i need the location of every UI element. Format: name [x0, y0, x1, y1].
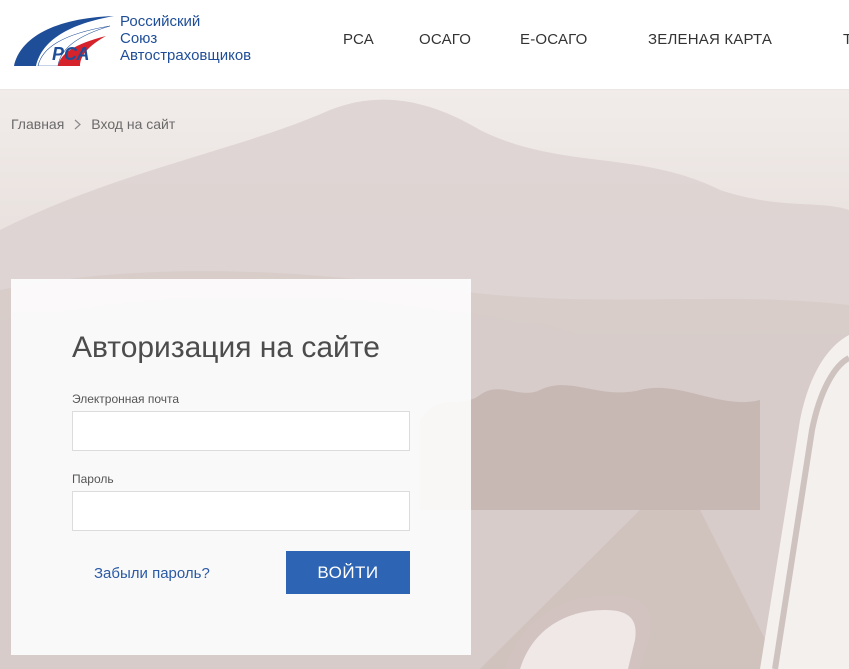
brand-name-line: Союз: [120, 30, 158, 47]
nav-item-partial[interactable]: Т: [843, 31, 849, 48]
email-label: Электронная почта: [72, 392, 180, 406]
forgot-password-link[interactable]: Забыли пароль?: [94, 565, 210, 582]
nav-item-e-osago[interactable]: Е-ОСАГО: [520, 31, 588, 48]
nav-item-green-card[interactable]: ЗЕЛЕНАЯ КАРТА: [648, 31, 772, 48]
site-header: РСА Российский Союз Автостраховщиков РСА…: [0, 0, 849, 90]
logo-letters: РСА: [52, 44, 90, 64]
breadcrumb: Главная Вход на сайт: [11, 116, 175, 132]
login-card: Авторизация на сайте Электронная почта П…: [11, 279, 471, 655]
nav-item-rsa[interactable]: РСА: [343, 31, 374, 48]
nav-item-osago[interactable]: ОСАГО: [419, 31, 471, 48]
password-field[interactable]: [72, 491, 410, 531]
rsa-logo-mark: РСА: [14, 16, 114, 66]
breadcrumb-current: Вход на сайт: [91, 116, 176, 132]
brand-name-line: Российский: [120, 13, 201, 30]
brand-name-line: Автостраховщиков: [120, 47, 252, 64]
chevron-right-icon: [74, 119, 82, 130]
breadcrumb-home[interactable]: Главная: [11, 116, 64, 132]
password-label: Пароль: [72, 472, 114, 486]
page-title: Авторизация на сайте: [72, 331, 380, 364]
rsa-logo[interactable]: РСА Российский Союз Автостраховщиков: [14, 12, 264, 72]
login-button[interactable]: ВОЙТИ: [286, 551, 410, 594]
brand-name: Российский Союз Автостраховщиков: [120, 13, 251, 64]
email-field[interactable]: [72, 411, 410, 451]
